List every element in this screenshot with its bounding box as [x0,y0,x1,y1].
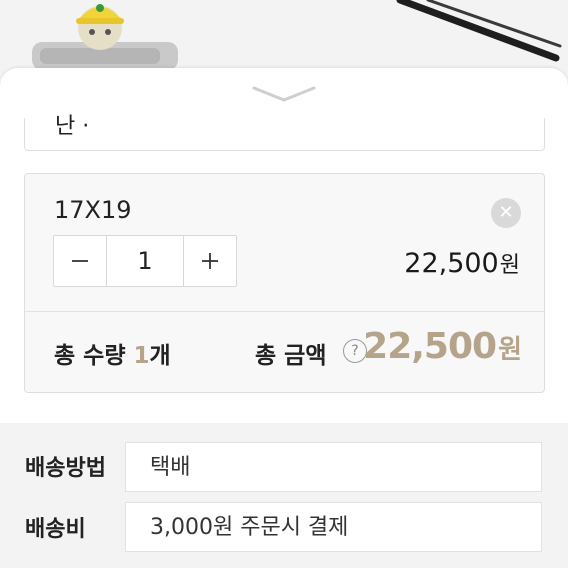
total-price-value: 22,500 [363,326,497,367]
quantity-input[interactable]: 1 [106,236,184,286]
decrease-button[interactable] [54,236,106,286]
quantity-stepper: 1 [53,235,237,287]
total-quantity-unit: 개 [149,343,171,369]
plus-icon [202,253,218,269]
shipping-method-field[interactable]: 택배 [125,442,542,492]
option-price-currency: 원 [499,253,520,278]
total-price-currency: 원 [498,335,522,365]
shipping-method-label: 배송방법 [25,456,106,481]
shipping-fee-field: 3,000원 주문시 결제 [125,502,542,552]
option-select-text: 난 · [55,114,90,139]
total-price: 22,500원 [363,326,522,367]
selected-option: 17X19 ✕ 1 22,500원 총 수량 1개 총 금액 ? 22,500원 [24,173,545,393]
option-select[interactable]: 난 · [24,114,545,151]
shipping-section: 배송방법 택배 배송비 3,000원 주문시 결제 [0,423,568,568]
minus-icon [72,260,88,262]
purchase-sheet: 난 · 17X19 ✕ 1 22,500원 총 수량 1개 총 금액 ? 22,… [0,68,568,568]
option-name: 17X19 [54,196,132,224]
close-icon[interactable]: ✕ [491,198,521,228]
chevron-down-icon[interactable] [250,82,318,104]
shipping-fee-label: 배송비 [25,517,86,542]
option-price: 22,500원 [404,247,520,279]
increase-button[interactable] [184,236,236,286]
total-amount-label: 총 금액 [255,343,327,369]
option-price-value: 22,500 [404,248,499,279]
total-quantity: 총 수량 1개 [54,336,171,370]
total-quantity-label: 총 수량 [54,343,134,369]
mascot-image [32,4,178,70]
total-quantity-value: 1 [133,343,150,369]
divider [25,311,544,312]
